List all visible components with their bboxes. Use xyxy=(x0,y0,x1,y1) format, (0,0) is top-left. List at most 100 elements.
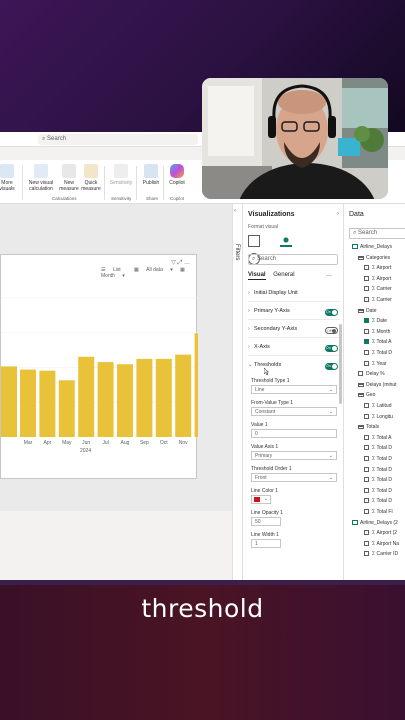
from-value-type-dropdown[interactable]: Constant ⌄ xyxy=(251,407,337,416)
chevron-right-icon[interactable]: › xyxy=(337,211,339,217)
data-field-item[interactable]: Σ Latitud xyxy=(364,403,392,409)
video-caption: threshold xyxy=(141,594,264,623)
bar-sep xyxy=(136,358,153,437)
filter-icon[interactable]: ▽ xyxy=(171,260,176,266)
field-name: Date xyxy=(376,318,388,325)
data-table-item[interactable]: Airline_Delays xyxy=(352,244,392,250)
data-field-item[interactable]: Σ Month xyxy=(364,328,390,335)
data-folder-item[interactable]: Delays (minut xyxy=(358,382,397,388)
tab-visual[interactable]: Visual xyxy=(248,272,266,280)
data-search-input[interactable]: ⌕ Search xyxy=(349,228,405,239)
visualizations-title: Visualizations xyxy=(248,211,295,218)
data-field-item[interactable]: Σ Year xyxy=(364,360,387,367)
publish-label: Publish xyxy=(142,180,160,186)
line-opacity-stepper[interactable]: 50 xyxy=(251,517,281,526)
data-pane: Data ⌕ Search Airline_Delays Categories Σ … xyxy=(343,204,405,580)
data-folder-item[interactable]: Geo xyxy=(358,392,375,398)
sensitivity-button[interactable]: Sensitivity xyxy=(108,164,134,186)
field-name: Delays (minut xyxy=(366,381,397,388)
data-field-item[interactable]: Σ Total D xyxy=(364,477,392,483)
data-field-item[interactable]: Σ Total D xyxy=(364,487,392,494)
line-color-picker[interactable]: ⌄ xyxy=(251,495,271,504)
bar-partial xyxy=(1,366,17,437)
column-chart-visual[interactable]: ▽ ⤢ … ☰ List ▦ All data ▾ ▦ Month ▾ Mar A… xyxy=(0,254,198,479)
threshold-order-dropdown[interactable]: Front ⌄ xyxy=(251,473,337,482)
data-field-item[interactable]: Σ Carrier ID xyxy=(364,551,398,557)
build-visual-icon[interactable] xyxy=(248,235,260,247)
section-x-axis[interactable]: › X-Axis On xyxy=(248,344,340,356)
data-folder-item[interactable]: Date xyxy=(358,308,377,314)
data-search-placeholder: Search xyxy=(358,230,378,236)
title-search-input[interactable]: ⌕ Search xyxy=(38,134,198,145)
threshold-type-dropdown[interactable]: Line ⌄ xyxy=(251,385,337,394)
data-field-item[interactable]: Σ Total D xyxy=(364,466,392,473)
data-field-item[interactable]: Delay % xyxy=(358,371,385,377)
tab-general[interactable]: General xyxy=(273,272,294,278)
mouse-cursor-icon xyxy=(264,368,269,375)
more-options-icon[interactable]: … xyxy=(326,272,332,278)
section-initial-display-unit[interactable]: › Initial Display Unit xyxy=(248,290,340,302)
more-visuals-button[interactable]: More visuals xyxy=(0,164,20,192)
data-field-item[interactable]: Σ Airport (2 xyxy=(364,530,397,536)
data-field-item[interactable]: Σ Total A xyxy=(364,339,392,345)
data-field-item[interactable]: Σ Total D xyxy=(364,456,392,462)
checkbox-icon xyxy=(364,530,369,536)
data-field-item[interactable]: Σ Total Fl xyxy=(364,509,393,515)
folder-icon xyxy=(358,425,364,430)
x-axis-toggle[interactable]: On xyxy=(325,345,338,352)
format-tabs: Visual General … xyxy=(248,272,338,280)
toggle-state: On xyxy=(326,310,331,314)
data-field-item[interactable]: Σ Total D xyxy=(364,498,392,504)
value-input[interactable]: 0 xyxy=(251,429,337,438)
bar-oct xyxy=(155,358,172,437)
line-width-stepper[interactable]: 1 xyxy=(251,539,281,548)
section-label: Initial Display Unit xyxy=(254,290,298,296)
data-folder-item[interactable]: Categories xyxy=(358,255,390,261)
filters-pane-collapsed[interactable]: ‹ Filters xyxy=(232,204,242,580)
data-field-item[interactable]: Σ Total D xyxy=(364,350,392,356)
x-tick-label: Nov xyxy=(179,440,188,446)
data-field-item[interactable]: Σ Carrier xyxy=(364,286,392,292)
data-field-item[interactable]: Σ Airport xyxy=(364,275,391,282)
publish-button[interactable]: Publish xyxy=(138,164,164,186)
data-field-item[interactable]: Σ Carrier xyxy=(364,297,392,303)
field-name: Total D xyxy=(376,350,393,356)
field-name: Carrier xyxy=(376,297,392,303)
data-field-item[interactable]: Σ Longitu xyxy=(364,413,393,420)
data-field-item[interactable]: Σ Airport Na xyxy=(364,540,399,547)
chevron-left-icon[interactable]: ‹ xyxy=(234,208,236,214)
checkbox-icon xyxy=(364,297,369,302)
format-paintbrush-icon[interactable] xyxy=(280,235,293,247)
section-primary-y-axis[interactable]: › Primary Y-Axis On xyxy=(248,308,340,320)
title-search-placeholder: Search xyxy=(47,136,67,142)
section-thresholds[interactable]: ⌄Thresholds On xyxy=(248,362,340,374)
copilot-button[interactable]: Copilot xyxy=(164,164,190,186)
data-folder-item[interactable]: Totals xyxy=(358,424,379,430)
data-table-item[interactable]: Airline_Delays (2 xyxy=(352,519,398,526)
new-visual-calculation-button[interactable]: New visual calculation xyxy=(28,164,54,192)
data-field-item[interactable]: Σ Date xyxy=(364,318,387,324)
primary-y-axis-toggle[interactable]: On xyxy=(325,309,338,316)
field-label: Threshold Order 1 xyxy=(251,466,292,472)
data-field-item[interactable]: Σ Total D xyxy=(364,445,392,451)
toggle-state: Off xyxy=(327,329,332,333)
all-data-label: All data xyxy=(146,267,163,273)
visualizations-search-input[interactable]: ⌕ Search xyxy=(248,254,338,265)
secondary-y-axis-toggle[interactable]: Off xyxy=(325,327,338,334)
more-options-icon[interactable]: … xyxy=(184,260,190,266)
format-pane-scrollbar[interactable] xyxy=(339,324,342,404)
quick-measure-button[interactable]: Quick measure xyxy=(78,164,104,192)
data-field-item[interactable]: Σ Airport xyxy=(364,265,391,271)
data-field-item[interactable]: Σ Total A xyxy=(364,434,392,441)
visualizations-search-placeholder: Search xyxy=(257,256,277,262)
report-canvas: ▽ ⤢ … ☰ List ▦ All data ▾ ▦ Month ▾ Mar A… xyxy=(0,204,232,580)
all-data-filter[interactable]: ▦ All data ▾ xyxy=(134,267,173,273)
x-tick-label: Apr xyxy=(44,440,52,446)
checkbox-icon xyxy=(358,371,363,377)
focus-mode-icon[interactable]: ⤢ xyxy=(178,260,183,266)
field-name: Total D xyxy=(376,445,393,452)
value-axis-dropdown[interactable]: Primary ⌄ xyxy=(251,451,337,460)
field-name: Longitu xyxy=(376,413,393,420)
section-secondary-y-axis[interactable]: › Secondary Y-Axis Off xyxy=(248,326,340,338)
thresholds-toggle[interactable]: On xyxy=(325,363,338,370)
